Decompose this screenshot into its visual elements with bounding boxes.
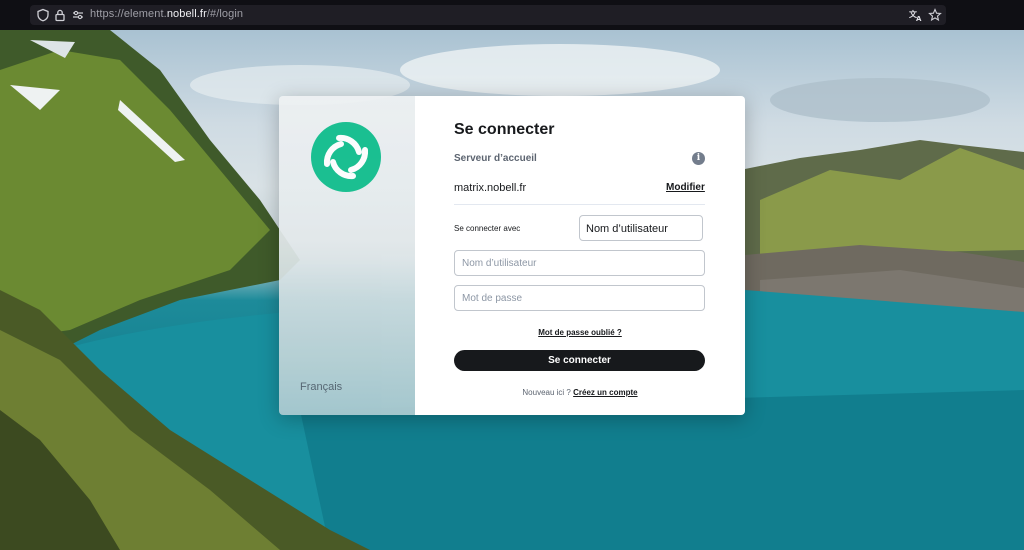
shield-icon[interactable] (36, 8, 50, 22)
element-logo-icon (311, 122, 381, 192)
browser-toolbar: https://element.nobell.fr/#/login 文 A (0, 0, 1024, 31)
signup-row: Nouveau ici ? Créez un compte (415, 388, 745, 397)
homeserver-value: matrix.nobell.fr (454, 182, 527, 194)
svg-text:A: A (916, 15, 922, 22)
homeserver-label: Serveur d’accueil (454, 153, 537, 164)
signup-prompt: Nouveau ici ? (522, 388, 571, 397)
translate-icon[interactable]: 文 A (909, 8, 923, 22)
login-with-label: Se connecter avec (454, 224, 521, 233)
permissions-icon[interactable] (71, 8, 85, 22)
login-card: Français Se connecter Serveur d’accueil … (279, 96, 745, 415)
forgot-password-link[interactable]: Mot de passe oublié ? (415, 328, 745, 337)
username-input[interactable] (454, 250, 705, 276)
language-selector[interactable]: Français (300, 381, 342, 393)
url-host: nobell.fr (166, 8, 207, 20)
star-icon[interactable] (928, 8, 942, 22)
login-type-select[interactable]: Nom d’utilisateur (579, 215, 703, 241)
lock-icon[interactable] (53, 8, 67, 22)
address-bar[interactable]: https://element.nobell.fr/#/login 文 A (30, 5, 946, 25)
login-form: Se connecter Serveur d’accueil i matrix.… (415, 96, 745, 415)
info-icon[interactable]: i (692, 152, 705, 165)
modify-homeserver-link[interactable]: Modifier (666, 182, 705, 193)
divider (454, 204, 705, 205)
url-suffix: /#/login (206, 8, 244, 20)
page-title: Se connecter (454, 121, 555, 138)
url-text[interactable]: https://element.nobell.fr/#/login (90, 8, 243, 20)
url-prefix: https://element. (90, 8, 167, 20)
auth-sidebar: Français (279, 96, 415, 415)
create-account-link[interactable]: Créez un compte (573, 388, 637, 397)
password-input[interactable] (454, 285, 705, 311)
sign-in-button[interactable]: Se connecter (454, 350, 705, 371)
